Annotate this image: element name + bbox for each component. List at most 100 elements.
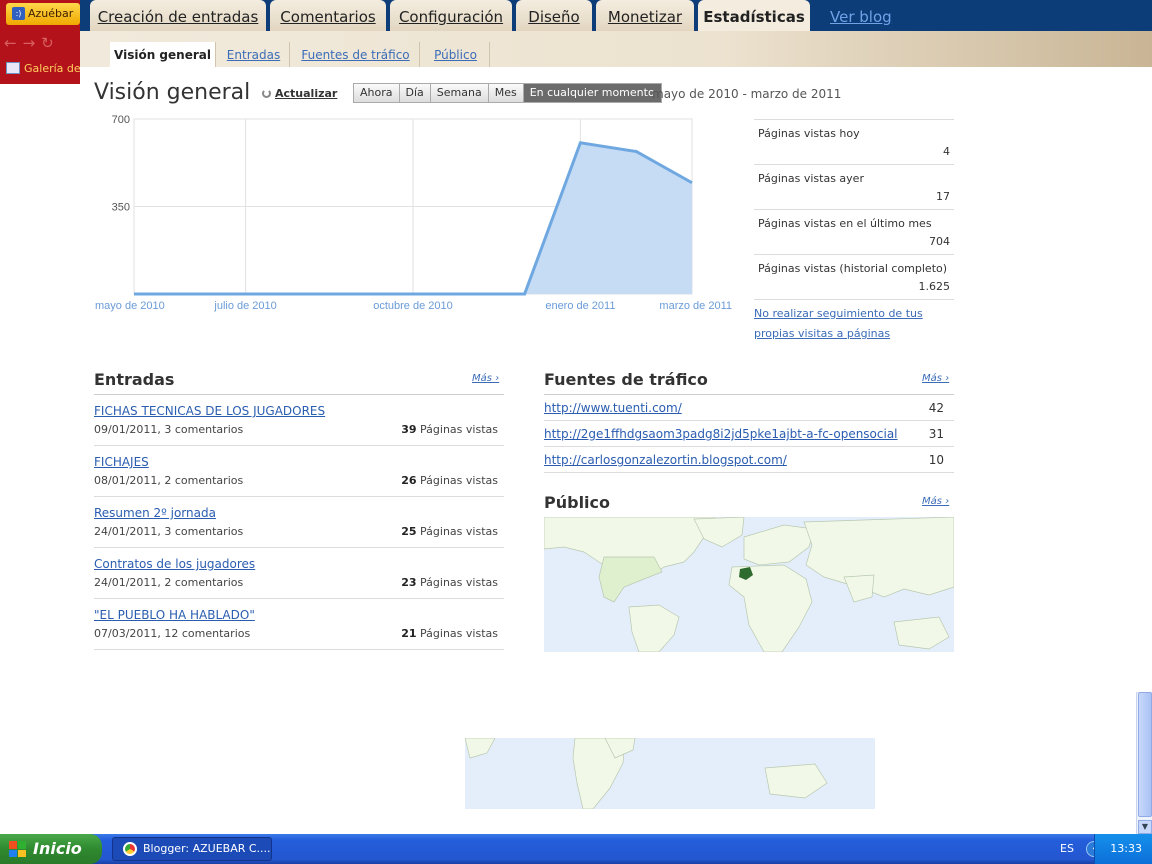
y-tick-label: 700 <box>112 114 130 126</box>
refresh-label: Actualizar <box>275 87 338 100</box>
table-row: http://2ge1ffhdgsaom3padg8i2jd5pke1ajbt-… <box>544 421 954 447</box>
scrollbar-thumb[interactable] <box>1138 692 1152 817</box>
entry-meta: 24/01/2011, 3 comentarios <box>94 525 244 538</box>
range-mes[interactable]: Mes <box>488 84 524 102</box>
back-icon[interactable]: ← <box>4 34 23 52</box>
tab-configuracion[interactable]: Configuración <box>390 0 512 31</box>
gallery-icon <box>6 62 20 74</box>
audience-title: Público <box>544 493 611 512</box>
source-url-link[interactable]: http://www.tuenti.com/ <box>544 401 682 415</box>
taskbar-item-blogger[interactable]: Blogger: AZUEBAR C.... <box>112 837 272 861</box>
entry-title-link[interactable]: Contratos de los jugadores <box>94 557 255 571</box>
date-range-label: mayo de 2010 - marzo de 2011 <box>652 87 842 101</box>
range-cualquier-momento[interactable]: En cualquier momento <box>523 84 661 102</box>
entry-views-count: 25 <box>401 525 417 538</box>
stat-label: Páginas vistas (historial completo) <box>758 262 948 275</box>
stats-sub-nav: Visión general Entradas Fuentes de tráfi… <box>80 31 1152 67</box>
profile-button[interactable]: :) Azuébar <box>6 3 80 25</box>
forward-icon[interactable]: → <box>23 34 42 52</box>
entry-title-link[interactable]: "EL PUEBLO HA HABLADO" <box>94 608 255 622</box>
profile-icon: :) <box>12 7 25 20</box>
world-map-preview-svg <box>465 738 828 809</box>
tab-estadisticas[interactable]: Estadísticas <box>698 0 810 32</box>
source-count: 31 <box>928 427 944 441</box>
entries-more-link[interactable]: Más › <box>472 373 499 384</box>
tab-diseno[interactable]: Diseño <box>516 0 592 31</box>
task-label: Blogger: AZUEBAR C.... <box>143 842 271 855</box>
range-ahora[interactable]: Ahora <box>354 84 400 102</box>
range-semana[interactable]: Semana <box>430 84 489 102</box>
list-item: Contratos de los jugadores 24/01/2011, 2… <box>94 548 504 599</box>
stat-label: Páginas vistas ayer <box>758 172 864 185</box>
world-map-svg <box>544 517 954 652</box>
language-indicator[interactable]: ES <box>1060 834 1074 864</box>
entry-meta: 08/01/2011, 2 comentarios <box>94 474 244 487</box>
source-count: 42 <box>928 401 944 415</box>
range-dia[interactable]: Día <box>399 84 431 102</box>
pageviews-chart: 700 350 mayo de 2010 julio de 2010 octubre d… <box>95 114 732 312</box>
bookmark-item[interactable]: Galería de <box>6 62 80 75</box>
views-suffix: Páginas vistas <box>420 627 498 640</box>
clock: 13:33 <box>1110 842 1142 855</box>
scroll-down-icon[interactable]: ▼ <box>1138 820 1152 834</box>
stat-row: Páginas vistas en el último mes 704 <box>754 209 954 254</box>
stat-value: 1.625 <box>918 280 951 293</box>
world-map[interactable] <box>544 517 954 652</box>
tab-comentarios[interactable]: Comentarios <box>270 0 386 31</box>
source-url-link[interactable]: http://2ge1ffhdgsaom3padg8i2jd5pke1ajbt-… <box>544 427 898 441</box>
page-title: Visión general <box>94 80 251 105</box>
sources-title: Fuentes de tráfico <box>544 370 708 389</box>
x-tick-label: julio de 2010 <box>213 300 276 312</box>
entry-views-count: 39 <box>401 423 417 436</box>
profile-label: Azuébar <box>28 7 74 20</box>
vertical-scrollbar[interactable]: ▼ <box>1136 692 1152 834</box>
entry-meta: 09/01/2011, 3 comentarios <box>94 423 244 436</box>
entry-meta: 24/01/2011, 2 comentarios <box>94 576 244 589</box>
start-button[interactable]: Inicio <box>0 834 102 864</box>
subtab-publico[interactable]: Público <box>422 42 490 67</box>
reload-icon[interactable]: ↻ <box>41 34 60 52</box>
tab-monetizar[interactable]: Monetizar <box>596 0 694 31</box>
list-item: "EL PUEBLO HA HABLADO" 07/03/2011, 12 co… <box>94 599 504 650</box>
entry-views: 23 Páginas vistas <box>401 576 498 589</box>
stats-table: Páginas vistas hoy 4 Páginas vistas ayer 1… <box>754 119 954 344</box>
list-item: FICHAS TECNICAS DE LOS JUGADORES 09/01/2… <box>94 395 504 446</box>
refresh-button[interactable]: Actualizar <box>262 87 337 100</box>
stat-value: 17 <box>936 190 950 203</box>
stat-value: 704 <box>929 235 950 248</box>
entry-title-link[interactable]: FICHAJES <box>94 455 149 469</box>
entry-title-link[interactable]: Resumen 2º jornada <box>94 506 216 520</box>
stat-label: Páginas vistas hoy <box>758 127 860 140</box>
entry-views: 26 Páginas vistas <box>401 474 498 487</box>
sources-more-link[interactable]: Más › <box>922 373 949 384</box>
entry-meta: 07/03/2011, 12 comentarios <box>94 627 251 640</box>
entry-title-link[interactable]: FICHAS TECNICAS DE LOS JUGADORES <box>94 404 325 418</box>
entry-views: 21 Páginas vistas <box>401 627 498 640</box>
sources-list: http://www.tuenti.com/ 42 http://2ge1ffh… <box>544 394 954 473</box>
stat-row: Páginas vistas (historial completo) 1.625 <box>754 254 954 299</box>
stat-row: Páginas vistas ayer 17 <box>754 164 954 209</box>
source-url-link[interactable]: http://carlosgonzalezortin.blogspot.com/ <box>544 453 787 467</box>
bookmark-label: Galería de <box>24 62 80 75</box>
taskbar: Inicio Blogger: AZUEBAR C.... ES ‹ 13:33 <box>0 834 1152 864</box>
system-tray: 13:33 <box>1094 834 1152 864</box>
table-row: http://carlosgonzalezortin.blogspot.com/… <box>544 447 954 473</box>
windows-logo-icon <box>9 841 26 857</box>
x-tick-label: marzo de 2011 <box>659 300 732 312</box>
subtab-entradas[interactable]: Entradas <box>218 42 290 67</box>
browser-side-strip: :) Azuébar ←→↻ Galería de <box>0 0 80 84</box>
x-tick-label: mayo de 2010 <box>95 300 165 312</box>
view-blog-link[interactable]: Ver blog <box>830 0 892 34</box>
views-suffix: Páginas vistas <box>420 423 498 436</box>
audience-more-link[interactable]: Más › <box>922 496 949 507</box>
y-tick-label: 350 <box>112 202 130 214</box>
tab-creacion-de-entradas[interactable]: Creación de entradas <box>90 0 266 31</box>
entries-list: FICHAS TECNICAS DE LOS JUGADORES 09/01/2… <box>94 394 504 650</box>
subtab-vision-general[interactable]: Visión general <box>110 42 216 67</box>
no-track-link[interactable]: No realizar seguimiento de tus propias v… <box>754 299 954 344</box>
x-tick-label: octubre de 2010 <box>373 300 453 312</box>
x-tick-label: enero de 2011 <box>545 300 615 312</box>
blogger-top-nav: Creación de entradas Comentarios Configu… <box>80 0 1152 34</box>
world-map-preview <box>465 738 875 809</box>
subtab-fuentes-de-trafico[interactable]: Fuentes de tráfico <box>292 42 420 67</box>
